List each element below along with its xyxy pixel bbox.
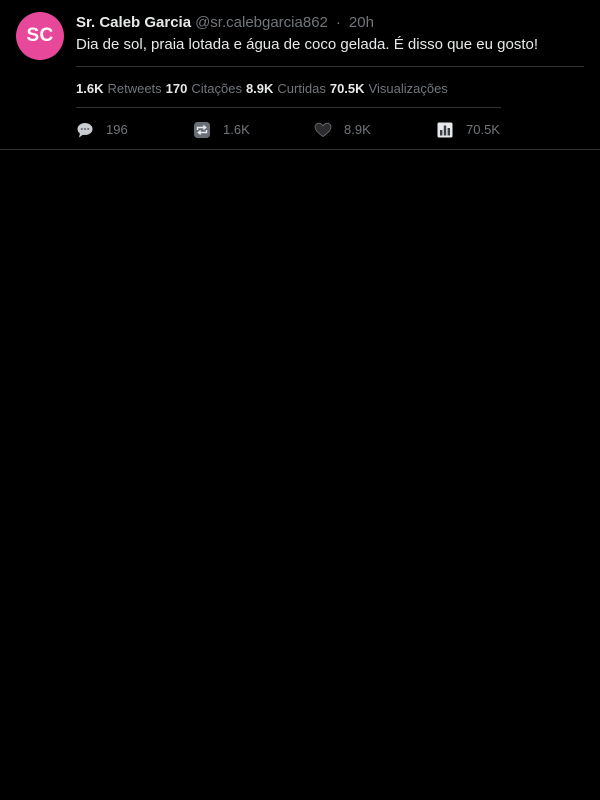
- stat-value: 170: [165, 80, 188, 96]
- stat-quotes[interactable]: 170 Citações: [166, 81, 242, 96]
- display-name[interactable]: Sr. Caleb Garcia: [76, 14, 191, 31]
- stat-likes[interactable]: 8.9K Curtidas: [246, 81, 326, 96]
- retweet-icon: [193, 121, 211, 139]
- engagement-stats: 1.6K Retweets 170 Citações 8.9K Curtidas 70…: [76, 79, 452, 97]
- views-count: 70.5K: [466, 122, 500, 137]
- stat-label: Visualizações: [368, 80, 448, 96]
- user-handle[interactable]: @sr.calebgarcia862: [195, 14, 328, 31]
- like-count: 8.9K: [344, 122, 371, 137]
- stat-retweets[interactable]: 1.6K Retweets: [76, 81, 162, 96]
- header-separator: ·: [335, 13, 341, 31]
- stat-views[interactable]: 70.5K Visualizações: [330, 81, 448, 96]
- stat-value: 70.5K: [329, 80, 365, 96]
- stat-label: Retweets: [107, 80, 162, 96]
- tweet-header: Sr. Caleb Garcia @sr.calebgarcia862 · 20…: [76, 12, 374, 32]
- retweet-button[interactable]: 1.6K: [193, 120, 250, 140]
- stat-label: Citações: [191, 80, 242, 96]
- stat-value: 8.9K: [245, 80, 274, 96]
- reply-button[interactable]: 196: [76, 120, 128, 140]
- tweet[interactable]: SC Sr. Caleb Garcia @sr.calebgarcia862 ·…: [0, 0, 600, 150]
- timestamp[interactable]: 20h: [349, 14, 374, 31]
- views-button[interactable]: 70.5K: [436, 120, 500, 140]
- bar-chart-icon: [436, 121, 454, 139]
- reply-count: 196: [106, 122, 128, 137]
- speech-bubble-icon: [76, 121, 94, 139]
- stat-value: 1.6K: [76, 80, 104, 96]
- tweet-text: Dia de sol, praia lotada e água de coco …: [76, 36, 538, 53]
- retweet-count: 1.6K: [223, 122, 250, 137]
- heart-icon: [314, 121, 332, 139]
- stat-label: Curtidas: [277, 80, 326, 96]
- divider: [76, 66, 584, 67]
- avatar-initials: SC: [26, 25, 54, 46]
- like-button[interactable]: 8.9K: [314, 120, 371, 140]
- action-bar: 196 1.6K 8.9K 70.5K: [76, 120, 501, 140]
- avatar[interactable]: SC: [16, 12, 64, 60]
- divider: [76, 107, 501, 108]
